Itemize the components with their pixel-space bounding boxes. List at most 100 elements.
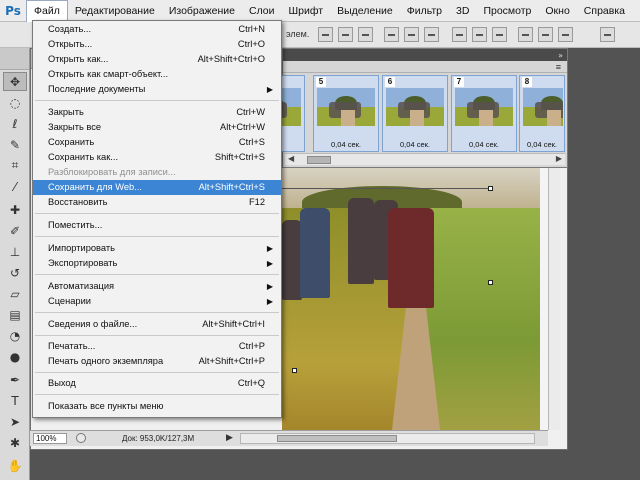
path-select-tool-icon[interactable]: ➤ [3, 412, 27, 431]
frame-number: 6 [385, 77, 395, 87]
quick-select-tool-icon[interactable]: ✎ [3, 135, 27, 154]
animation-frame[interactable]: 7 0,04 сек. [451, 75, 517, 152]
canvas-image[interactable] [282, 168, 548, 430]
menu-edit[interactable]: Редактирование [68, 0, 162, 22]
distribute-top-button[interactable] [452, 27, 467, 42]
menu-item-new[interactable]: Создать... Ctrl+N [33, 22, 281, 37]
shape-tool-icon[interactable]: ✱ [3, 433, 27, 452]
distribute-bottom-button[interactable] [492, 27, 507, 42]
eraser-tool-icon[interactable]: ▱ [3, 284, 27, 303]
scrollbar-thumb[interactable] [277, 435, 397, 442]
dodge-tool-icon[interactable]: ● [3, 347, 27, 366]
menu-item-open-as[interactable]: Открыть как... Alt+Shift+Ctrl+O [33, 52, 281, 67]
zoom-input[interactable]: 100% [33, 433, 67, 444]
menu-filter[interactable]: Фильтр [400, 0, 449, 22]
frame-delay[interactable]: 0,04 сек. [314, 140, 378, 149]
menu-item-show-all[interactable]: Показать все пункты меню [33, 399, 281, 414]
animation-frame[interactable]: 6 0,04 сек. [382, 75, 448, 152]
status-menu-arrow-icon[interactable]: ▶ [226, 432, 233, 443]
horizontal-scrollbar[interactable] [240, 433, 535, 444]
menu-image[interactable]: Изображение [162, 0, 242, 22]
menu-item-save-for-web[interactable]: Сохранить для Web... Alt+Shift+Ctrl+S [33, 180, 281, 195]
distribute-left-button[interactable] [518, 27, 533, 42]
distribute-hcenter-button[interactable] [538, 27, 553, 42]
menu-window[interactable]: Окно [538, 0, 576, 22]
menu-separator [35, 100, 279, 101]
menu-item-exit[interactable]: Выход Ctrl+Q [33, 376, 281, 391]
distribute-vcenter-button[interactable] [472, 27, 487, 42]
eyedropper-tool-icon[interactable]: ⁄ [3, 177, 27, 196]
gradient-tool-icon[interactable]: ▤ [3, 305, 27, 324]
menu-separator [35, 236, 279, 237]
crop-tool-icon[interactable]: ⌗ [3, 156, 27, 175]
menu-item-print[interactable]: Печатать... Ctrl+P [33, 339, 281, 354]
type-tool-icon[interactable]: T [3, 391, 27, 410]
menu-item-scripts[interactable]: Сценарии ▶ [33, 294, 281, 309]
align-hcenter-button[interactable] [404, 27, 419, 42]
animation-frame[interactable]: 8 0,04 сек. [519, 75, 565, 152]
animation-panel-header[interactable]: » [283, 49, 567, 61]
frame-delay[interactable]: 0,04 сек. [383, 140, 447, 149]
transform-handle[interactable] [488, 280, 493, 285]
scroll-left-icon[interactable]: ◀ [288, 154, 294, 163]
history-brush-tool-icon[interactable]: ↺ [3, 263, 27, 282]
menu-item-close[interactable]: Закрыть Ctrl+W [33, 105, 281, 120]
move-tool-icon[interactable]: ✥ [3, 72, 27, 91]
tools-panel-header[interactable] [0, 48, 29, 70]
frame-delay[interactable]: 0,04 сек. [452, 140, 516, 149]
align-top-button[interactable] [318, 27, 333, 42]
image-wheat-field [422, 208, 548, 430]
vertical-scrollbar[interactable] [548, 168, 560, 430]
menu-select[interactable]: Выделение [330, 0, 400, 22]
menu-file[interactable]: Файл [26, 0, 68, 22]
panel-menu-icon[interactable]: ≡ [556, 62, 561, 72]
submenu-arrow-icon: ▶ [266, 282, 273, 291]
menu-item-revert[interactable]: Восстановить F12 [33, 195, 281, 210]
transform-handle[interactable] [488, 186, 493, 191]
align-right-button[interactable] [424, 27, 439, 42]
scroll-right-icon[interactable]: ▶ [556, 154, 562, 163]
animation-frame[interactable]: 5 0,04 сек. [313, 75, 379, 152]
file-menu-dropdown: Создать... Ctrl+N Открыть... Ctrl+O Открыт… [32, 20, 282, 418]
submenu-arrow-icon: ▶ [266, 244, 273, 253]
menu-item-open-smart-object[interactable]: Открыть как смарт-объект... [33, 67, 281, 82]
distribute-right-button[interactable] [558, 27, 573, 42]
menu-item-file-info[interactable]: Сведения о файле... Alt+Shift+Ctrl+I [33, 317, 281, 332]
healing-brush-tool-icon[interactable]: ✚ [3, 200, 27, 219]
scrollbar-thumb[interactable] [307, 156, 331, 164]
menu-item-save[interactable]: Сохранить Ctrl+S [33, 135, 281, 150]
menu-item-close-all[interactable]: Закрыть все Alt+Ctrl+W [33, 120, 281, 135]
lasso-tool-icon[interactable]: ℓ [3, 114, 27, 133]
menu-item-open[interactable]: Открыть... Ctrl+O [33, 37, 281, 52]
hand-tool-icon[interactable]: ✋ [3, 456, 27, 475]
auto-align-button[interactable] [600, 27, 615, 42]
transform-handle[interactable] [292, 368, 297, 373]
pen-tool-icon[interactable]: ✒ [3, 370, 27, 389]
frame-thumbnail [455, 88, 513, 126]
collapse-icon[interactable]: » [558, 51, 563, 60]
menu-item-save-as[interactable]: Сохранить как... Shift+Ctrl+S [33, 150, 281, 165]
blur-tool-icon[interactable]: ◔ [3, 326, 27, 345]
menu-separator [35, 312, 279, 313]
align-bottom-button[interactable] [358, 27, 373, 42]
align-vcenter-button[interactable] [338, 27, 353, 42]
clone-stamp-tool-icon[interactable]: ⊥ [3, 242, 27, 261]
menu-item-recent[interactable]: Последние документы ▶ [33, 82, 281, 97]
animation-scrollbar[interactable]: ◀ ▶ [285, 153, 565, 165]
align-left-button[interactable] [384, 27, 399, 42]
marquee-tool-icon[interactable]: ◌ [3, 93, 27, 112]
menu-view[interactable]: Просмотр [476, 0, 538, 22]
menu-layers[interactable]: Слои [242, 0, 282, 22]
status-info-icon[interactable] [76, 433, 86, 443]
menu-item-automate[interactable]: Автоматизация ▶ [33, 279, 281, 294]
animation-panel: » ≡ сек. 5 0,04 сек. 6 0,04 сек. 7 0,04 … [239, 48, 568, 168]
menu-item-import[interactable]: Импортировать ▶ [33, 241, 281, 256]
menu-item-export[interactable]: Экспортировать ▶ [33, 256, 281, 271]
menu-item-place[interactable]: Поместить... [33, 218, 281, 233]
brush-tool-icon[interactable]: ✐ [3, 221, 27, 240]
menu-3d[interactable]: 3D [449, 0, 476, 22]
menu-type[interactable]: Шрифт [282, 0, 331, 22]
menu-item-print-one-copy[interactable]: Печать одного экземпляра Alt+Shift+Ctrl+P [33, 354, 281, 369]
menu-help[interactable]: Справка [577, 0, 632, 22]
frame-delay[interactable]: 0,04 сек. [520, 140, 564, 149]
